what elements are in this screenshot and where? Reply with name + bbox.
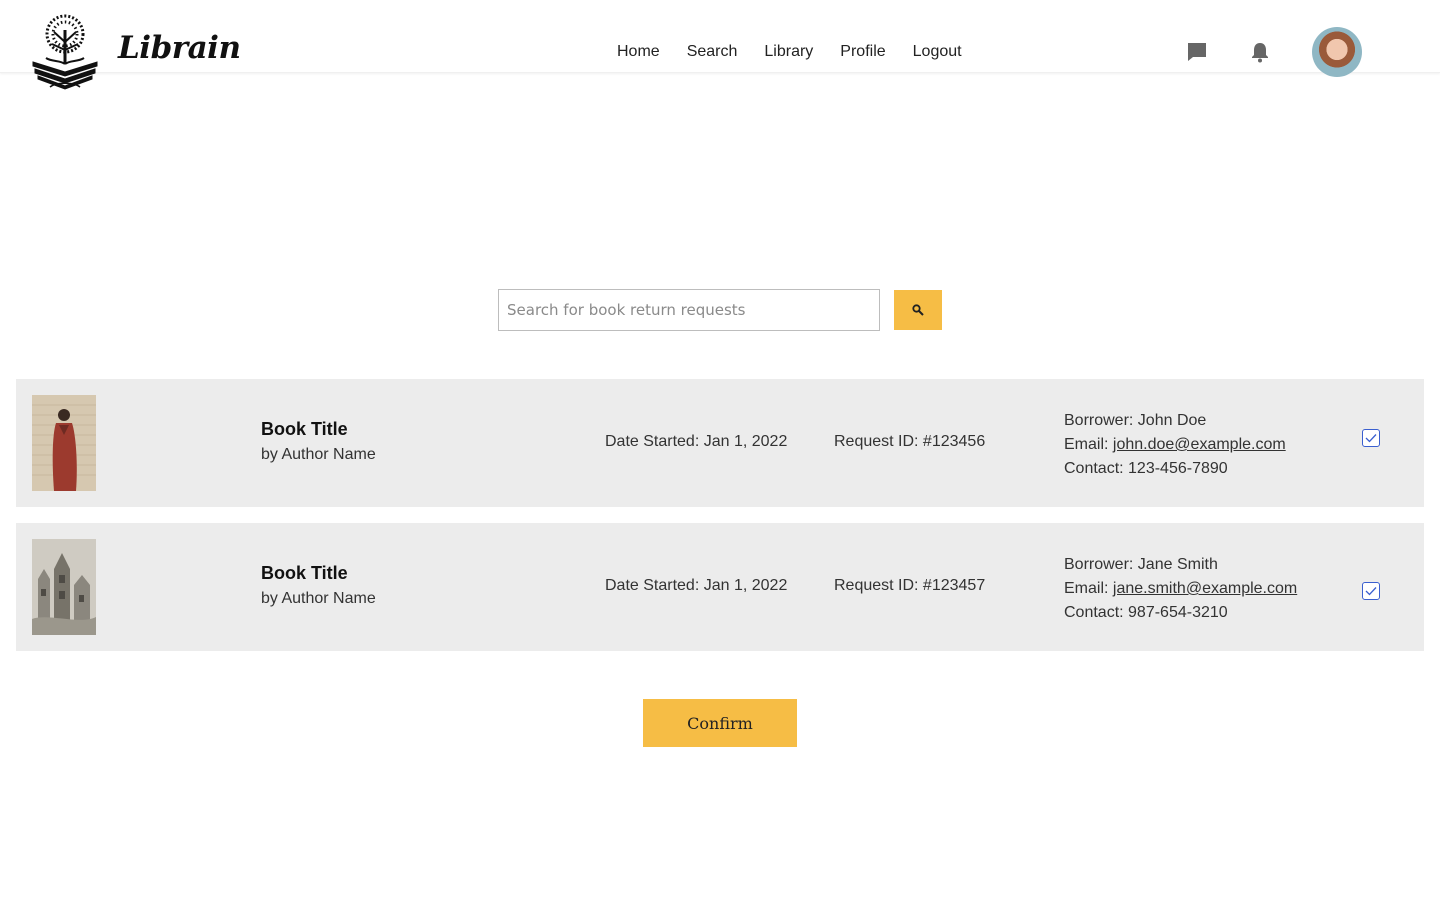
tree-book-logo-icon[interactable] [30, 12, 100, 94]
request-row: Book Title by Author Name Date Started: … [16, 523, 1424, 651]
book-author: by Author Name [261, 446, 376, 463]
book-cover-image [32, 539, 96, 635]
nav-logout[interactable]: Logout [913, 43, 962, 61]
date-started: Date Started: Jan 1, 2022 [605, 577, 788, 594]
borrower-name: Borrower: Jane Smith [1064, 556, 1218, 573]
checkmark-icon [1365, 587, 1377, 596]
confirm-button[interactable]: Confirm [643, 699, 797, 747]
request-id: Request ID: #123457 [834, 577, 986, 594]
request-checkbox[interactable] [1362, 582, 1380, 600]
brand-name[interactable]: Librain [118, 30, 241, 66]
book-info: Book Title by Author Name [261, 563, 376, 608]
borrower-email-line: Email: john.doe@example.com [1064, 433, 1286, 457]
borrower-contact: Contact: 987-654-3210 [1064, 604, 1228, 621]
book-title: Book Title [261, 419, 348, 439]
checkmark-icon [1365, 434, 1377, 443]
nav-profile[interactable]: Profile [840, 43, 885, 61]
top-header: Librain Home Search Library Profile Logo… [0, 0, 1440, 90]
bell-icon[interactable] [1248, 40, 1272, 64]
borrower-email-link[interactable]: john.doe@example.com [1113, 436, 1286, 453]
borrower-info: Borrower: Jane Smith Email: jane.smith@e… [1064, 553, 1297, 625]
borrower-name: Borrower: John Doe [1064, 412, 1207, 429]
email-label: Email: [1064, 580, 1113, 597]
borrower-info: Borrower: John Doe Email: john.doe@examp… [1064, 409, 1286, 481]
date-started: Date Started: Jan 1, 2022 [605, 433, 788, 450]
request-row: Book Title by Author Name Date Started: … [16, 379, 1424, 507]
nav-search[interactable]: Search [687, 43, 738, 61]
request-checkbox[interactable] [1362, 429, 1380, 447]
book-title: Book Title [261, 563, 348, 583]
borrower-email-line: Email: jane.smith@example.com [1064, 577, 1297, 601]
nav-library[interactable]: Library [764, 43, 813, 61]
borrower-contact: Contact: 123-456-7890 [1064, 460, 1228, 477]
borrower-email-link[interactable]: jane.smith@example.com [1113, 580, 1297, 597]
book-cover-image [32, 395, 96, 491]
user-avatar[interactable] [1312, 27, 1362, 77]
main-nav: Home Search Library Profile Logout [617, 43, 989, 61]
search-input[interactable] [498, 289, 880, 331]
email-label: Email: [1064, 436, 1113, 453]
request-id: Request ID: #123456 [834, 433, 986, 450]
search-button[interactable] [894, 290, 942, 330]
chat-icon[interactable] [1185, 40, 1209, 64]
search-icon [912, 304, 924, 316]
nav-home[interactable]: Home [617, 43, 660, 61]
book-author: by Author Name [261, 590, 376, 607]
book-info: Book Title by Author Name [261, 419, 376, 464]
